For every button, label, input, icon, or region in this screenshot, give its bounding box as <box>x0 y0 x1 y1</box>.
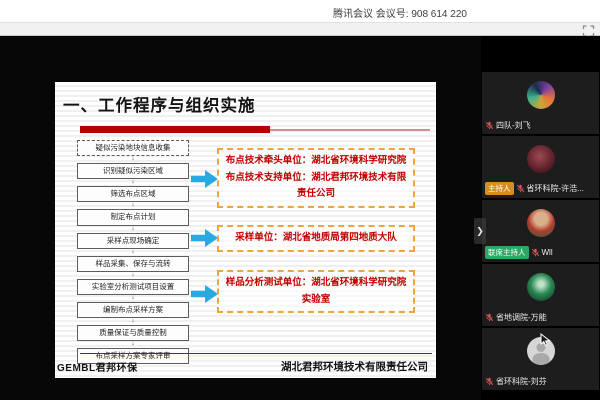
mic-muted-icon <box>485 313 494 322</box>
presentation-slide: 一、工作程序与组织实施 疑似污染地块信息收集 ↓ 识别疑似污染区域 ↓ 筛选布点… <box>55 82 436 378</box>
info-box-sampling-unit: 采样单位：湖北省地质局第四地质大队 <box>217 225 415 252</box>
participant-label: 省环科院-刘芬 <box>485 376 598 387</box>
flow-step: 识别疑似污染区域 <box>77 163 189 179</box>
footer-divider <box>80 353 432 354</box>
mic-muted-icon <box>485 121 494 130</box>
flow-step: 制定布点计划 <box>77 209 189 225</box>
arrow-down-icon: ↓ <box>77 295 189 302</box>
footer-company-name: 湖北君邦环境技术有限责任公司 <box>281 359 428 374</box>
participant-label: 主持人 省环科院-许浩... <box>485 182 598 195</box>
arrow-down-icon: ↓ <box>77 249 189 256</box>
avatar <box>527 81 555 109</box>
video-tile[interactable]: 省地调院-万能 <box>482 264 599 326</box>
video-tile[interactable]: 联席主持人 Wll <box>482 200 599 262</box>
mouse-cursor-icon <box>540 333 552 352</box>
flow-step: 质量保证与质量控制 <box>77 325 189 341</box>
arrow-right-icon <box>191 285 218 303</box>
meeting-window: 腾讯会议 会议号: 908 614 220 一、工作程序与组织实施 疑似污染地块… <box>0 0 600 400</box>
info-line: 责任公司 <box>221 186 411 203</box>
avatar <box>527 145 555 173</box>
participant-name: 省环科院-刘芬 <box>496 376 547 387</box>
arrow-down-icon: ↓ <box>77 156 189 163</box>
video-tile[interactable]: 主持人 省环科院-许浩... <box>482 136 599 198</box>
sub-toolbar <box>0 22 600 36</box>
info-line: 采样单位：湖北省地质局第四地质大队 <box>221 230 411 247</box>
info-line: 样品分析测试单位：湖北省环境科学研究院 <box>221 275 411 292</box>
screen-share-stage: 一、工作程序与组织实施 疑似污染地块信息收集 ↓ 识别疑似污染区域 ↓ 筛选布点… <box>0 36 600 400</box>
arrow-down-icon: ↓ <box>77 341 189 348</box>
slide-title: 一、工作程序与组织实施 <box>63 92 256 116</box>
mic-muted-icon <box>485 377 494 386</box>
arrow-down-icon: ↓ <box>77 272 189 279</box>
mic-muted-icon <box>531 248 540 257</box>
video-tile[interactable]: 四队-刘飞 <box>482 72 599 134</box>
cohost-badge: 联席主持人 <box>485 246 529 259</box>
flow-step: 疑似污染地块信息收集 <box>77 140 189 156</box>
flow-step: 样品采集、保存与流转 <box>77 256 189 272</box>
flow-step: 采样点现场确定 <box>77 233 189 249</box>
strip-collapse-chevron-icon[interactable]: ❯ <box>474 218 486 244</box>
title-underline-bar <box>80 126 270 133</box>
info-box-layout-units: 布点技术牵头单位：湖北省环境科学研究院 布点技术支持单位：湖北君邦环境技术有限 … <box>217 148 415 208</box>
host-badge: 主持人 <box>485 182 514 195</box>
info-box-analysis-unit: 样品分析测试单位：湖北省环境科学研究院 实验室 <box>217 270 415 313</box>
arrow-down-icon: ↓ <box>77 179 189 186</box>
flow-step: 实验室分析测试项目设置 <box>77 279 189 295</box>
avatar <box>527 209 555 237</box>
company-logo: GEMBL君邦环保 <box>57 359 138 374</box>
participant-label: 联席主持人 Wll <box>485 246 598 259</box>
arrow-down-icon: ↓ <box>77 318 189 325</box>
participant-label: 省地调院-万能 <box>485 312 598 323</box>
meeting-title: 腾讯会议 会议号: 908 614 220 <box>333 5 467 20</box>
arrow-right-icon <box>191 229 218 247</box>
participant-name: Wll <box>542 248 553 257</box>
participant-label: 四队-刘飞 <box>485 120 598 131</box>
avatar <box>527 273 555 301</box>
info-line: 布点技术牵头单位：湖北省环境科学研究院 <box>221 153 411 170</box>
arrow-right-icon <box>191 170 218 188</box>
arrow-down-icon: ↓ <box>77 202 189 209</box>
fullscreen-icon[interactable] <box>582 24 595 36</box>
participant-name: 四队-刘飞 <box>496 120 531 131</box>
mic-muted-icon <box>516 184 525 193</box>
flow-step: 筛选布点区域 <box>77 186 189 202</box>
arrow-down-icon: ↓ <box>77 226 189 233</box>
info-line: 实验室 <box>221 292 411 309</box>
info-line: 布点技术支持单位：湖北君邦环境技术有限 <box>221 170 411 187</box>
participant-name: 省环科院-许浩... <box>527 183 584 194</box>
flow-step: 编制布点采样方案 <box>77 302 189 318</box>
title-bar: 腾讯会议 会议号: 908 614 220 <box>0 0 600 22</box>
flowchart: 疑似污染地块信息收集 ↓ 识别疑似污染区域 ↓ 筛选布点区域 ↓ 制定布点计划 … <box>77 140 189 364</box>
participant-name: 省地调院-万能 <box>496 312 547 323</box>
